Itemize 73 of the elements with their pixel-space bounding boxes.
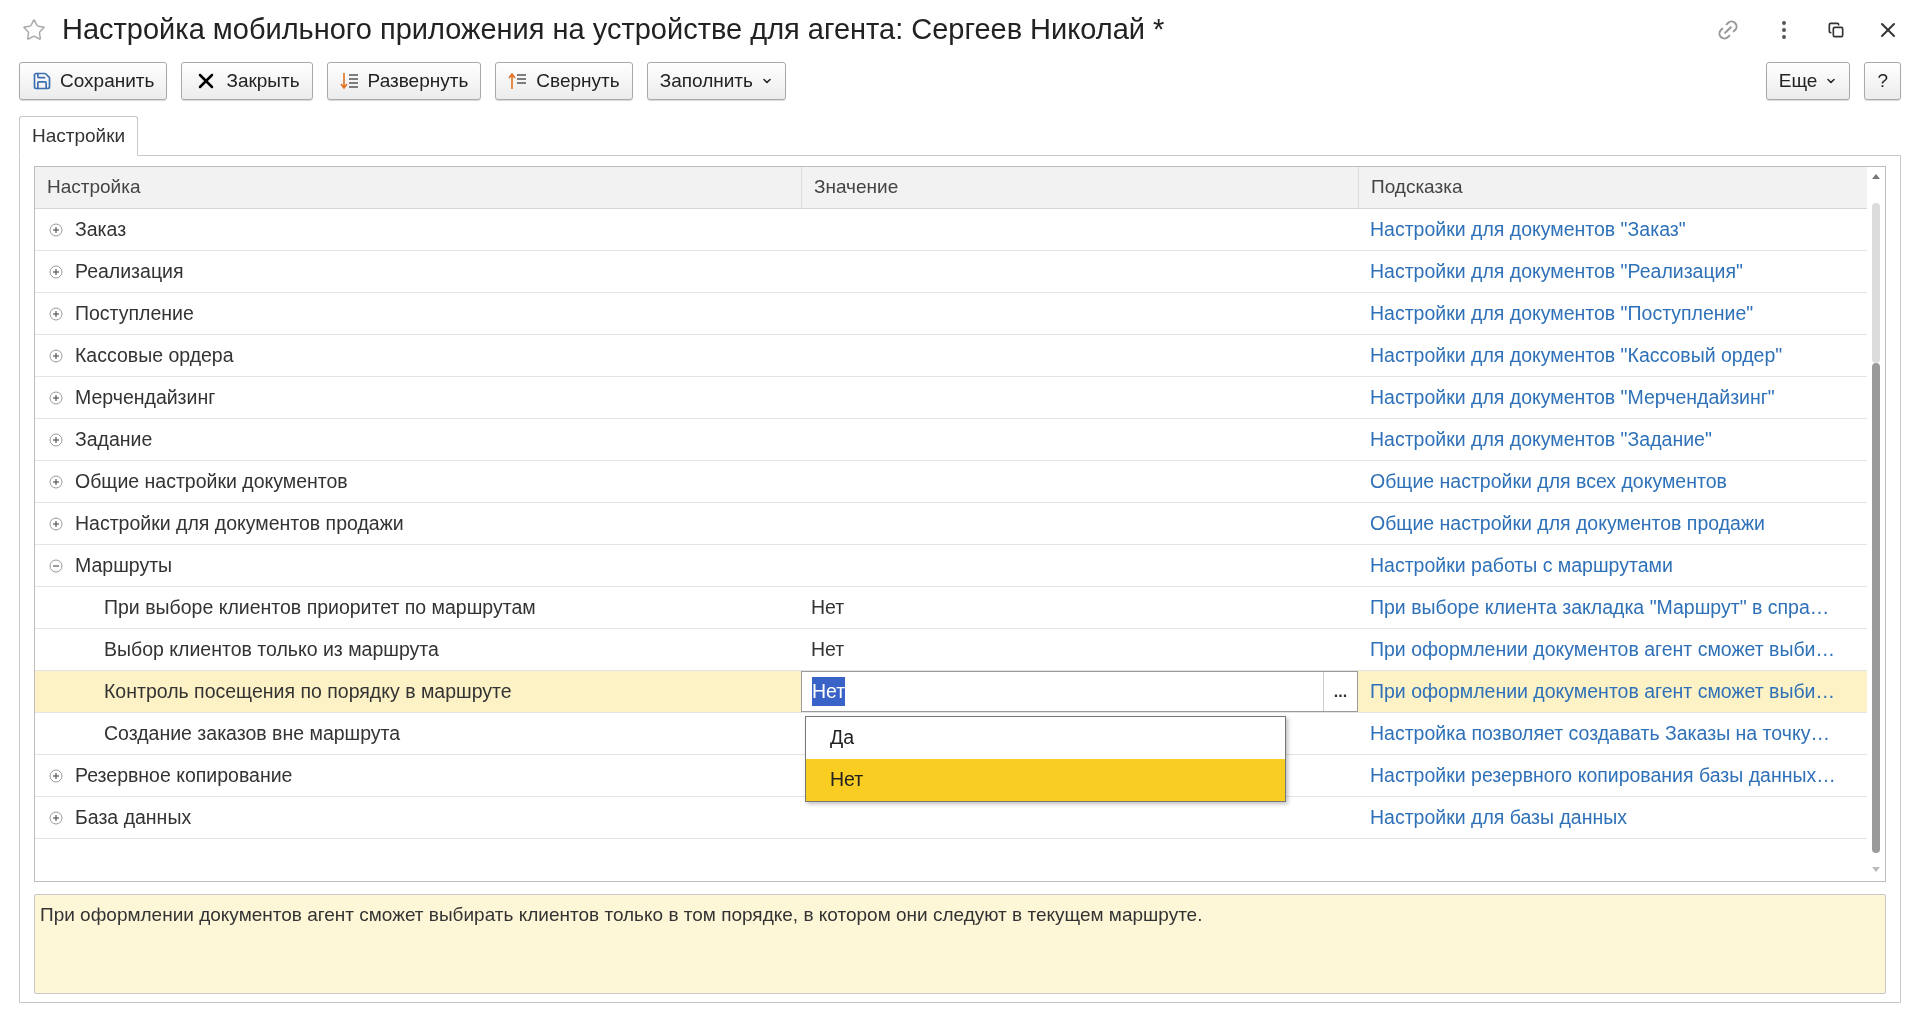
hint-link[interactable]: Настройки резервного копирования базы данных… xyxy=(1370,760,1836,791)
hint-link[interactable]: Общие настройки для всех документов xyxy=(1370,466,1727,497)
setting-name: Общие настройки документов xyxy=(75,468,348,494)
table-row[interactable]: Задание Настройки для документов "Задание" xyxy=(35,419,1867,461)
tab[interactable]: Настройки xyxy=(19,116,139,156)
column-header[interactable]: Подсказка xyxy=(1358,167,1867,208)
setting-name: Реализация xyxy=(75,258,184,284)
table-row[interactable]: Настройки для документов продажи Общие настройки для документов продажи xyxy=(35,503,1867,545)
toolbar-button[interactable]: Развернуть xyxy=(326,62,482,100)
setting-name: Настройки для документов продажи xyxy=(75,510,404,536)
setting-name: Мерчендайзинг xyxy=(75,384,216,410)
hint-link[interactable]: Настройка позволяет создавать Заказы на точку… xyxy=(1370,718,1830,749)
hint-link[interactable]: Настройки для документов "Заказ" xyxy=(1370,214,1686,245)
hint-link[interactable]: Настройки для базы данных xyxy=(1370,802,1627,833)
setting-name: Заказ xyxy=(75,216,127,242)
expand-toggle-icon[interactable] xyxy=(49,264,63,279)
expand-toggle-icon[interactable] xyxy=(49,306,63,321)
hint-link[interactable]: Настройки для документов "Кассовый ордер" xyxy=(1370,340,1783,371)
expand-toggle-icon[interactable] xyxy=(49,348,63,363)
column-header[interactable]: Значение xyxy=(801,167,1358,208)
hint-link[interactable]: При выборе клиента закладка "Маршрут" в спра… xyxy=(1370,592,1830,623)
restore-window-icon[interactable] xyxy=(1828,22,1844,38)
table-row[interactable]: Поступление Настройки для документов "Поступление" xyxy=(35,293,1867,335)
collapse-toggle-icon[interactable] xyxy=(49,558,63,573)
table-row[interactable]: Мерчендайзинг Настройки для документов "Мерчендайзинг" xyxy=(35,377,1867,419)
setting-name: Создание заказов вне маршрута xyxy=(104,720,401,746)
setting-name: База данных xyxy=(75,804,192,830)
description-text: При оформлении документов агент сможет выбирать клиентов только в том порядке, в котором они следуют в текущем маршруте. xyxy=(40,904,1203,925)
setting-name: При выборе клиентов приоритет по маршрутам xyxy=(104,594,536,620)
favorite-star-icon[interactable] xyxy=(22,18,46,42)
dropdown-option[interactable]: Да xyxy=(806,717,1285,759)
expand-toggle-icon[interactable] xyxy=(49,222,63,237)
hint-link[interactable]: Настройки работы с маршрутами xyxy=(1370,550,1673,581)
setting-name: Поступление xyxy=(75,300,194,326)
toolbar-button[interactable]: Сохранить xyxy=(19,62,168,100)
hint-link[interactable]: Настройки для документов "Реализация" xyxy=(1370,256,1743,287)
hint-link[interactable]: Настройки для документов "Задание" xyxy=(1370,424,1712,455)
setting-name: Резервное копирование xyxy=(75,762,293,788)
table-row[interactable]: Кассовые ордера Настройки для документов "Кассовый ордер" xyxy=(35,335,1867,377)
column-header[interactable]: Настройка xyxy=(35,167,801,208)
table-row[interactable]: Маршруты Настройки работы с маршрутами xyxy=(35,545,1867,587)
hint-link[interactable]: При оформлении документов агент сможет выби… xyxy=(1370,634,1835,665)
collapse-list-icon xyxy=(508,71,529,91)
hint-link[interactable]: Настройки для документов "Мерчендайзинг" xyxy=(1370,382,1775,413)
hint-link[interactable]: Общие настройки для документов продажи xyxy=(1370,508,1765,539)
toolbar-button[interactable]: Заполнить xyxy=(646,62,786,100)
setting-name: Кассовые ордера xyxy=(75,342,234,368)
setting-value: Нет xyxy=(810,594,845,620)
setting-name: Контроль посещения по порядку в маршруте xyxy=(104,678,512,704)
table-row[interactable]: При выборе клиентов приоритет по маршрутам Нет При выборе клиента закладка "Маршрут" в спра… xyxy=(35,587,1867,629)
expand-toggle-icon[interactable] xyxy=(49,810,63,825)
table-row[interactable]: Заказ Настройки для документов "Заказ" xyxy=(35,209,1867,251)
setting-name: Задание xyxy=(75,426,153,452)
window-title: Настройка мобильного приложения на устройстве для агента: Сергеев Николай * xyxy=(62,12,1165,48)
expand-toggle-icon[interactable] xyxy=(49,768,63,783)
toolbar-button[interactable]: Закрыть xyxy=(181,62,313,100)
table-row[interactable]: Реализация Настройки для документов "Реализация" xyxy=(35,251,1867,293)
expand-toggle-icon[interactable] xyxy=(49,432,63,447)
expand-toggle-icon[interactable] xyxy=(49,516,63,531)
table-row[interactable]: Общие настройки документов Общие настройки для всех документов xyxy=(35,461,1867,503)
setting-name: Маршруты xyxy=(75,552,173,578)
table-row[interactable]: База данных Настройки для базы данных xyxy=(35,797,1867,839)
table-row[interactable]: Выбор клиентов только из маршрута Нет При оформлении документов агент сможет выби… xyxy=(35,629,1867,671)
expand-list-icon xyxy=(339,71,360,91)
toolbar-button[interactable]: Еще xyxy=(1765,62,1851,100)
setting-value: Нет xyxy=(810,636,845,662)
expand-toggle-icon[interactable] xyxy=(49,390,63,405)
expand-toggle-icon[interactable] xyxy=(49,474,63,489)
setting-name: Выбор клиентов только из маршрута xyxy=(104,636,439,662)
hint-link[interactable]: Настройки для документов "Поступление" xyxy=(1370,298,1754,329)
toolbar-button[interactable]: Свернуть xyxy=(495,62,633,100)
toolbar-button[interactable]: ? xyxy=(1864,62,1901,100)
dropdown-option[interactable]: Нет xyxy=(806,759,1285,801)
